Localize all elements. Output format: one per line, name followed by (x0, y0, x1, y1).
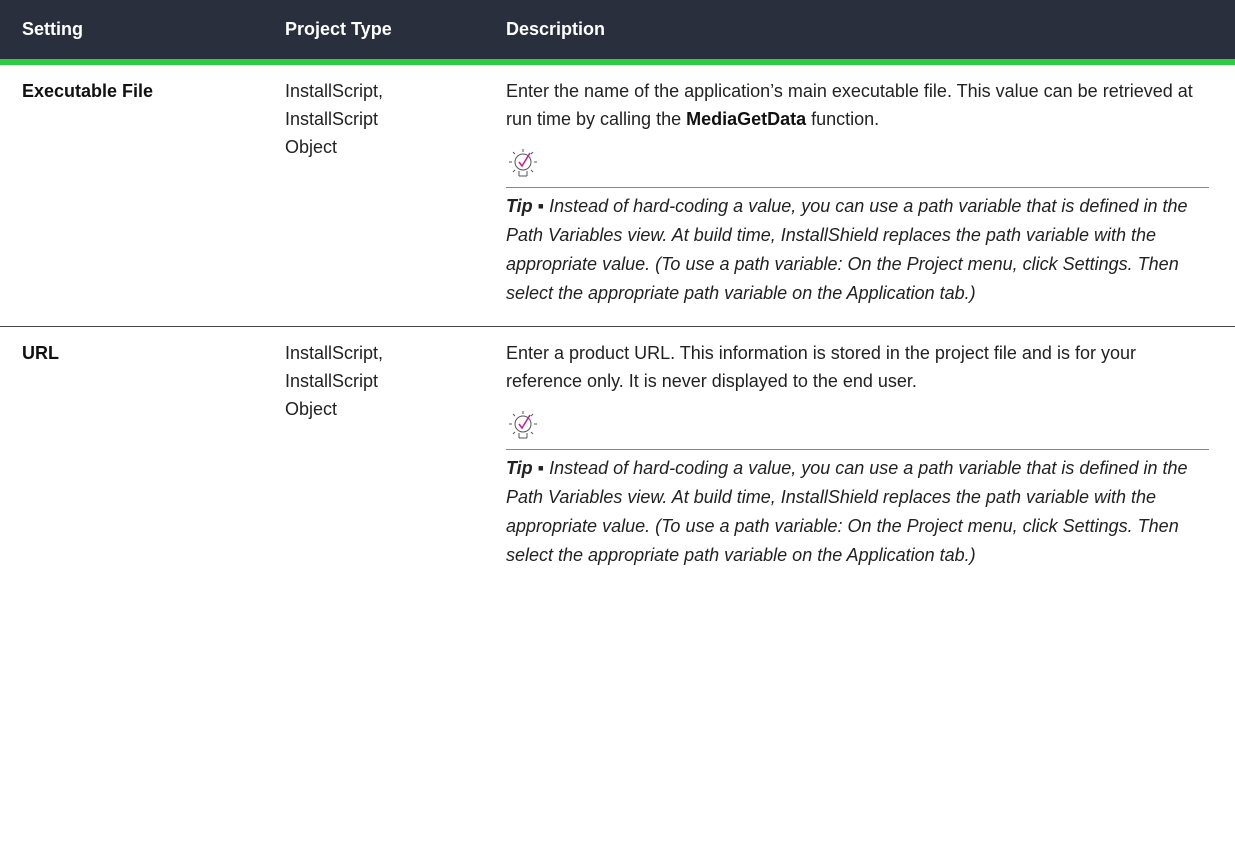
tip-divider (506, 449, 1209, 450)
description-text-part: function. (806, 109, 880, 129)
lightbulb-check-icon (509, 149, 537, 177)
project-type-line: Object (285, 137, 338, 157)
description-cell: Enter the name of the application’s main… (488, 62, 1235, 327)
function-link[interactable]: MediaGetData (686, 109, 806, 129)
description-cell: Enter a product URL. This information is… (488, 327, 1235, 571)
project-type-cell: InstallScript, InstallScript Object (265, 327, 488, 571)
project-type-line: InstallScript (285, 109, 379, 129)
tip-label: Tip ▪ (506, 196, 545, 216)
settings-table: Setting Project Type Description Executa… (0, 0, 1235, 570)
tip-icon-container (506, 409, 1209, 445)
description-text: Enter a product URL. This information is… (506, 343, 1136, 391)
project-type-line: Object (285, 399, 338, 419)
table-row: Executable File InstallScript, InstallSc… (0, 62, 1235, 327)
tip-body: Instead of hard-coding a value, you can … (506, 458, 1188, 565)
header-project-type: Project Type (265, 0, 488, 65)
tip-note: Tip ▪ Instead of hard-coding a value, yo… (506, 454, 1209, 570)
project-type-line: InstallScript, (285, 343, 384, 363)
table-row: URL InstallScript, InstallScript Object … (0, 327, 1235, 571)
project-type-line: InstallScript (285, 371, 379, 391)
header-setting: Setting (0, 0, 265, 65)
description-text: Enter the name of the application’s main… (506, 77, 1209, 133)
tip-body: Instead of hard-coding a value, you can … (506, 196, 1188, 303)
lightbulb-check-icon (509, 411, 537, 439)
tip-icon-container (506, 147, 1209, 183)
tip-divider (506, 187, 1209, 188)
tip-label: Tip ▪ (506, 458, 545, 478)
header-description: Description (488, 0, 1235, 65)
tip-note: Tip ▪ Instead of hard-coding a value, yo… (506, 192, 1209, 308)
table-header-row: Setting Project Type Description (0, 0, 1235, 65)
project-type-cell: InstallScript, InstallScript Object (265, 62, 488, 327)
setting-name: URL (22, 343, 59, 363)
setting-name: Executable File (0, 62, 265, 327)
project-type-line: InstallScript, (285, 81, 384, 101)
